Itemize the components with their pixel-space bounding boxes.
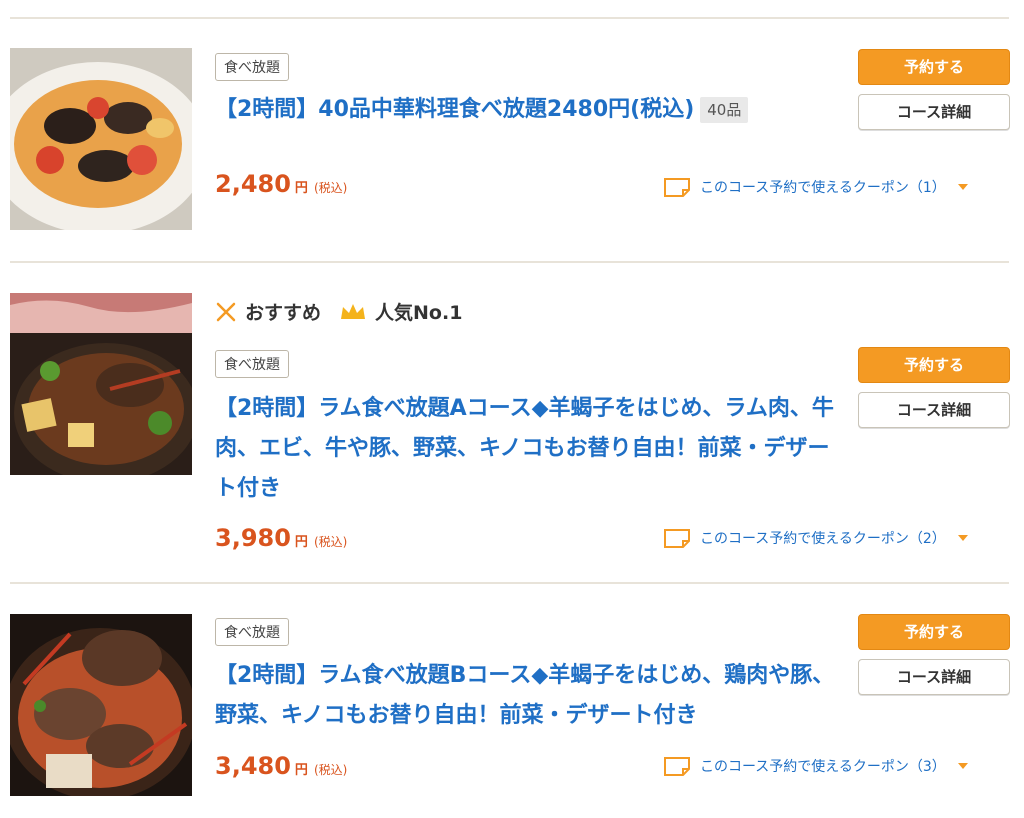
course-title-text: 【2時間】40品中華料理食べ放題2480円(税込): [215, 97, 695, 122]
reserve-button[interactable]: 予約する: [858, 49, 1010, 85]
reserve-button[interactable]: 予約する: [858, 614, 1010, 650]
price-currency: 円: [294, 181, 308, 196]
popular-badge: 人気No.1: [339, 298, 462, 325]
course-photo[interactable]: [10, 293, 192, 475]
price-value: 3,480: [215, 752, 291, 780]
coupon-link-label: このコース予約で使えるクーポン（1）: [700, 180, 946, 196]
coupon-icon: [664, 178, 690, 197]
utensils-icon: [216, 302, 236, 321]
course-photo[interactable]: [10, 48, 192, 230]
divider: [10, 17, 1009, 19]
coupon-link[interactable]: このコース予約で使えるクーポン（1）: [664, 175, 968, 199]
price-tax-note: (税込): [313, 763, 348, 777]
coupon-link[interactable]: このコース予約で使えるクーポン（3）: [664, 754, 968, 778]
course-title-text: 【2時間】ラム食べ放題Bコース◆羊蝎子をはじめ、鶏肉や豚、野菜、キノコもお替り自…: [215, 663, 835, 728]
course-type-tag: 食べ放題: [215, 350, 289, 378]
course-type-tag: 食べ放題: [215, 53, 289, 81]
course-detail-button[interactable]: コース詳細: [858, 659, 1010, 695]
course-photo[interactable]: [10, 614, 192, 796]
caret-down-icon: [957, 535, 968, 541]
price-currency: 円: [294, 535, 308, 550]
coupon-link[interactable]: このコース予約で使えるクーポン（2）: [664, 526, 968, 550]
course-photo-image: [10, 293, 192, 475]
coupon-icon: [664, 529, 690, 548]
crown-icon: [341, 303, 366, 319]
course-detail-button[interactable]: コース詳細: [858, 392, 1010, 428]
course-type-tag: 食べ放題: [215, 618, 289, 646]
course-title-text: 【2時間】ラム食べ放題Aコース◆羊蝎子をはじめ、ラム肉、牛肉、エビ、牛や豚、野菜…: [215, 396, 834, 501]
reserve-button[interactable]: 予約する: [858, 347, 1010, 383]
price-tax-note: (税込): [313, 535, 348, 549]
coupon-link-label: このコース予約で使えるクーポン（3）: [700, 759, 946, 775]
price-currency: 円: [294, 763, 308, 778]
course-title-link[interactable]: 【2時間】40品中華料理食べ放題2480円(税込) 40品: [215, 90, 835, 130]
coupon-link-label: このコース予約で使えるクーポン（2）: [700, 531, 946, 547]
course-photo-image: [10, 614, 192, 796]
recommended-badge: おすすめ: [215, 298, 321, 325]
course-price: 3,480 円 (税込): [215, 752, 347, 780]
course-photo-image: [10, 48, 192, 230]
price-tax-note: (税込): [313, 181, 348, 195]
course-title-link[interactable]: 【2時間】ラム食べ放題Aコース◆羊蝎子をはじめ、ラム肉、牛肉、エビ、牛や豚、野菜…: [215, 389, 835, 509]
caret-down-icon: [957, 763, 968, 769]
price-value: 2,480: [215, 170, 291, 198]
divider: [10, 261, 1009, 263]
coupon-icon: [664, 757, 690, 776]
feature-badges: おすすめ 人気No.1: [215, 298, 480, 325]
divider: [10, 582, 1009, 584]
course-price: 3,980 円 (税込): [215, 524, 347, 552]
caret-down-icon: [957, 184, 968, 190]
price-value: 3,980: [215, 524, 291, 552]
item-count-badge: 40品: [700, 97, 749, 123]
course-price: 2,480 円 (税込): [215, 170, 347, 198]
recommended-label: おすすめ: [245, 302, 322, 324]
course-detail-button[interactable]: コース詳細: [858, 94, 1010, 130]
popular-label: 人気No.1: [375, 302, 463, 324]
course-title-link[interactable]: 【2時間】ラム食べ放題Bコース◆羊蝎子をはじめ、鶏肉や豚、野菜、キノコもお替り自…: [215, 656, 835, 736]
